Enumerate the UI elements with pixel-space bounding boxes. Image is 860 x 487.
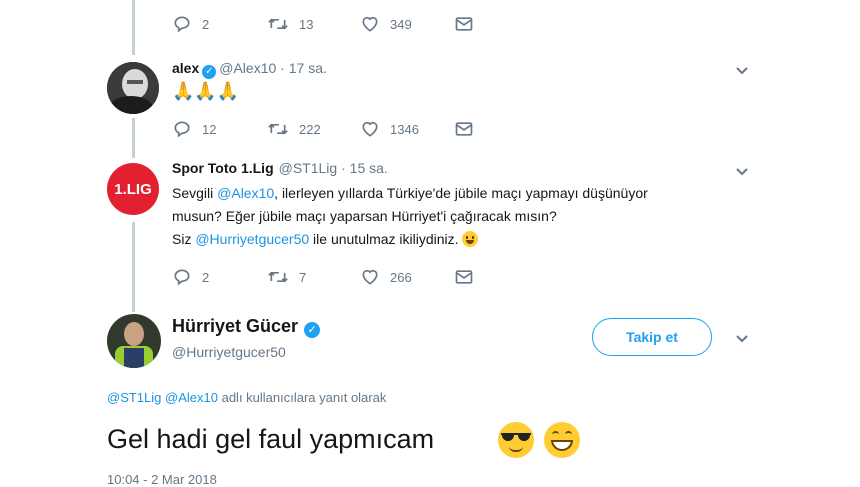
text-fragment: , ilerleyen yıllarda Türkiye'de jübile m… [274,185,648,201]
author-name-row: Hürriyet Gücer ✓ [172,316,323,338]
direct-message-button[interactable] [454,117,484,141]
display-name[interactable]: Spor Toto 1.Lig [172,160,274,176]
reply-icon [174,269,190,286]
reply-icon [174,121,190,138]
retweet-count: 222 [299,121,321,137]
time-separator: · [337,160,350,176]
heart-icon [362,269,378,285]
like-button[interactable]: 266 [360,265,412,289]
like-count: 349 [390,16,412,32]
avatar[interactable]: 1.LIG [107,163,159,215]
retweet-count: 13 [299,16,314,32]
user-handle[interactable]: @Hurriyetgucer50 [172,344,286,360]
direct-message-button[interactable] [454,265,484,289]
reply-icon [174,16,190,33]
follow-button[interactable]: Takip et [592,318,712,356]
avatar-logo-text: 1.LIG [114,180,152,198]
retweet-button[interactable]: 13 [267,12,313,36]
like-count: 266 [390,269,412,285]
reply-context-text: adlı kullanıcılara yanıt olarak [221,390,387,405]
tweet-time[interactable]: 17 sa. [289,60,327,76]
text-line: Siz @Hurriyetgucer50 ile unutulmaz ikili… [172,228,648,251]
reply-button[interactable]: 2 [172,265,209,289]
time-separator: · [276,60,289,76]
smiley-emoji-icon [462,231,479,247]
like-count: 1346 [390,121,419,137]
text-line: Sevgili @Alex10, ilerleyen yıllarda Türk… [172,182,648,205]
mention-link[interactable]: @Alex10 [217,185,274,201]
text-fragment: ile unutulmaz ikiliydiniz. [309,231,463,247]
tweet-time[interactable]: 15 sa. [350,160,388,176]
avatar[interactable] [107,314,161,368]
retweet-button[interactable]: 222 [267,117,321,141]
chevron-down-icon[interactable] [734,62,750,78]
reply-count: 2 [202,269,210,285]
user-handle[interactable]: @ST1Lig [279,160,338,176]
reply-context: @ST1Lig @Alex10 adlı kullanıcılara yanıt… [107,390,386,405]
tweet-header: Spor Toto 1.Lig @ST1Lig · 15 sa. [172,160,388,176]
like-button[interactable]: 349 [360,12,412,36]
envelope-icon [455,17,473,31]
verified-badge-icon: ✓ [304,322,321,338]
thread-line-top [132,0,135,55]
display-name[interactable]: alex [172,60,199,76]
mention-link[interactable]: @ST1Lig [107,390,161,405]
thread-line-bottom [132,222,135,312]
retweet-icon [268,123,288,135]
tweet-text: Sevgili @Alex10, ilerleyen yıllarda Türk… [172,182,648,251]
chevron-down-icon[interactable] [734,163,750,179]
reply-button[interactable]: 12 [172,117,216,141]
tweet-text: 🙏🙏🙏 [172,81,240,101]
avatar[interactable] [107,62,159,114]
text-fragment: Siz [172,231,196,247]
mention-link[interactable]: @Hurriyetgucer50 [195,231,309,247]
reply-count: 2 [202,16,210,32]
mention-link[interactable]: @Alex10 [165,390,218,405]
grinning-emoji-icon [544,422,580,458]
retweet-icon [268,18,288,30]
retweet-button[interactable]: 7 [267,265,306,289]
envelope-icon [455,270,473,284]
tweet-text: Gel hadi gel faul yapmıcam [107,424,435,454]
tweet-header: alex ✓ @Alex10 · 17 sa. [172,60,327,79]
text-line: musun? Eğer jübile maçı yaparsan Hürriye… [172,208,557,224]
thread-line-mid [132,118,135,158]
chevron-down-icon[interactable] [734,330,750,346]
reply-button[interactable]: 2 [172,12,209,36]
display-name[interactable]: Hürriyet Gücer [172,316,298,336]
like-button[interactable]: 1346 [360,117,419,141]
envelope-icon [455,122,473,136]
heart-icon [362,121,378,137]
direct-message-button[interactable] [454,12,484,36]
sunglasses-emoji-icon [498,422,534,458]
text-fragment: Sevgili [172,185,218,201]
user-handle[interactable]: @Alex10 [219,60,276,76]
verified-badge-icon: ✓ [202,65,217,79]
retweet-count: 7 [299,269,307,285]
profile-photo [107,62,159,114]
retweet-icon [268,271,288,283]
heart-icon [362,16,378,32]
profile-photo [107,314,161,368]
reply-count: 12 [202,121,217,137]
